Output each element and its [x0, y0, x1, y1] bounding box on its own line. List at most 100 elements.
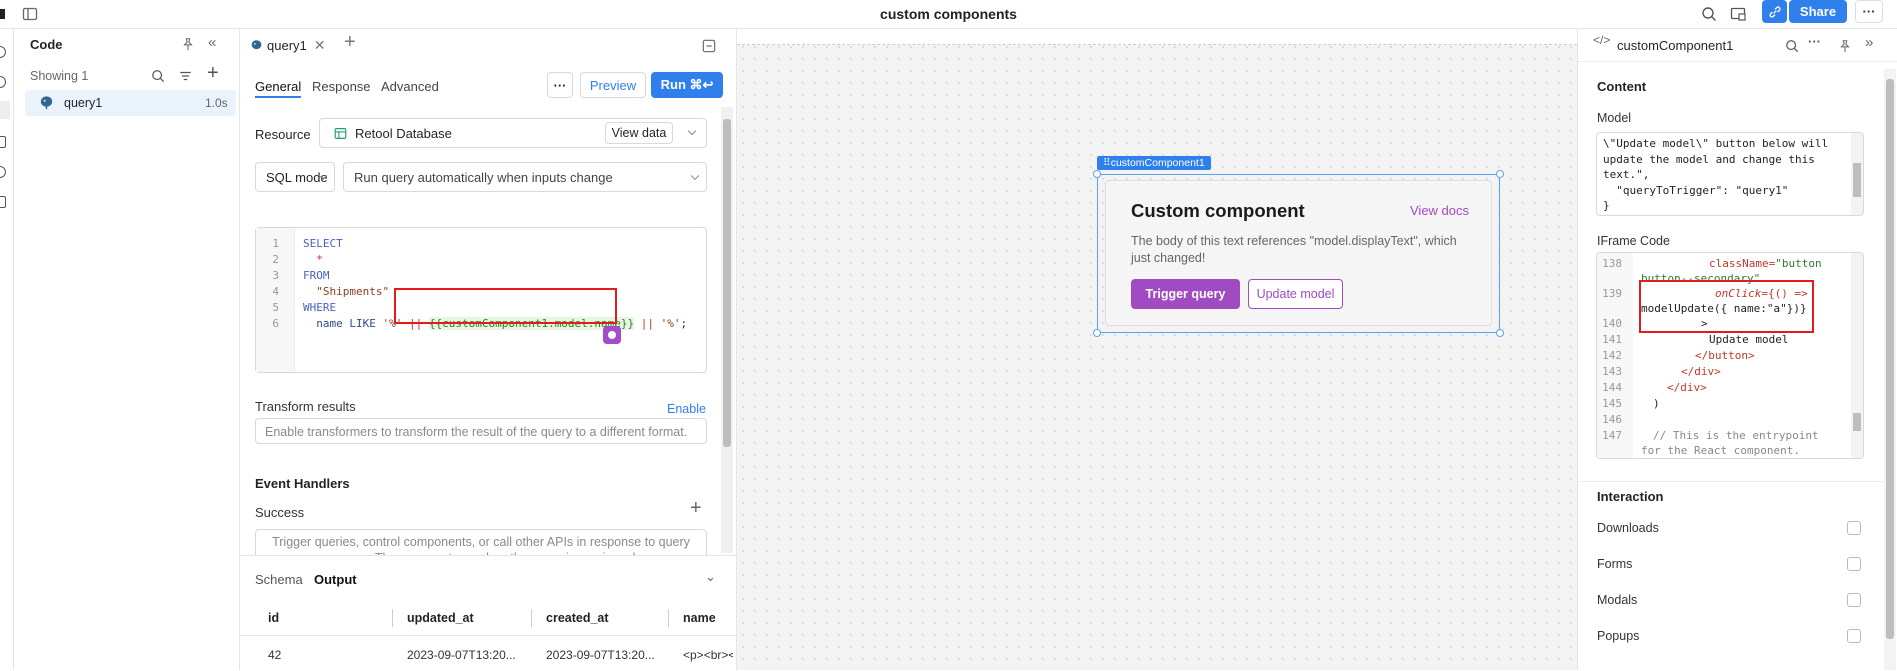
rail-icon-5[interactable] — [0, 196, 6, 208]
column-header[interactable]: id — [268, 611, 279, 625]
minimize-panel-icon[interactable] — [702, 39, 716, 53]
collapse-panel-icon[interactable]: » — [1865, 34, 1873, 51]
transform-input[interactable]: Enable transformers to transform the res… — [255, 418, 707, 444]
rail-icon-1[interactable] — [0, 46, 6, 58]
iframe-code-editor[interactable]: 138 className="button button--secondary"… — [1596, 252, 1864, 459]
table-row[interactable]: 42 2023-09-07T13:20... 2023-09-07T13:20.… — [240, 636, 736, 671]
collapse-output-icon[interactable]: ⌄ — [705, 569, 716, 585]
more-options-button[interactable]: ··· — [1855, 0, 1883, 23]
ai-assist-icon[interactable] — [603, 326, 621, 344]
line-number: 146 — [1602, 413, 1622, 426]
add-tab-icon[interactable]: + — [344, 31, 356, 54]
model-line: "queryToTrigger": "query1" — [1603, 183, 1789, 197]
trigger-query-button[interactable]: Trigger query — [1131, 279, 1240, 309]
interaction-section-title[interactable]: Interaction — [1597, 489, 1663, 504]
scrollbar-thumb[interactable] — [1853, 163, 1861, 197]
scrollbar[interactable] — [1851, 133, 1863, 215]
code-line: for the React component. — [1641, 444, 1800, 457]
custom-component-card: Custom component View docs The body of t… — [1105, 180, 1492, 326]
downloads-checkbox[interactable] — [1847, 521, 1861, 535]
tab-schema[interactable]: Schema — [255, 572, 303, 587]
enable-transform-link[interactable]: Enable — [667, 402, 706, 416]
scrollbar[interactable] — [1884, 69, 1896, 670]
view-data-button[interactable]: View data — [605, 122, 673, 144]
column-header[interactable]: updated_at — [407, 611, 474, 625]
search-icon[interactable] — [1701, 6, 1717, 22]
sql-editor[interactable]: 1 2 3 4 5 6 SELECT * FROM "Shipments" WH… — [255, 227, 707, 373]
column-header[interactable]: created_at — [546, 611, 609, 625]
scrollbar-thumb[interactable] — [1853, 413, 1861, 431]
preview-icon[interactable] — [1730, 6, 1746, 22]
search-icon[interactable] — [151, 69, 165, 83]
rail-icon-4[interactable] — [0, 166, 6, 178]
code-token: ; — [680, 317, 688, 330]
sql-mode-value: SQL mode — [266, 169, 328, 185]
component-tag[interactable]: ⠿customComponent1 — [1097, 156, 1211, 170]
component-name[interactable]: customComponent1 — [1617, 38, 1733, 53]
code-line: className="button — [1709, 257, 1822, 270]
code-panel: Code « Showing 1 + query1 1.0s — [14, 29, 240, 670]
left-rail — [0, 29, 14, 670]
scrollbar[interactable] — [1851, 253, 1863, 458]
highlight-box — [1639, 280, 1814, 333]
close-icon[interactable]: ✕ — [314, 37, 326, 54]
line-number: 144 — [1602, 381, 1622, 394]
tab-response[interactable]: Response — [312, 79, 371, 94]
search-icon[interactable] — [1785, 39, 1799, 53]
copy-link-button[interactable] — [1762, 0, 1787, 23]
tab-advanced[interactable]: Advanced — [381, 79, 439, 94]
pin-icon[interactable] — [181, 37, 195, 51]
code-line: Update model — [1709, 333, 1789, 346]
more-options-icon[interactable]: ··· — [1808, 34, 1821, 49]
update-model-button[interactable]: Update model — [1248, 279, 1343, 309]
line-number: 3 — [272, 269, 279, 282]
model-editor[interactable]: \"Update model\" button below will updat… — [1596, 132, 1864, 216]
resize-handle[interactable] — [1093, 170, 1101, 178]
tab-output[interactable]: Output — [314, 572, 357, 587]
resize-handle[interactable] — [1496, 329, 1504, 337]
model-line: \"Update model\" button below will — [1603, 137, 1829, 150]
resize-handle[interactable] — [1093, 329, 1101, 337]
add-query-icon[interactable]: + — [207, 62, 219, 85]
filter-icon[interactable] — [178, 69, 193, 83]
resize-handle[interactable] — [1496, 170, 1504, 178]
column-header[interactable]: name — [683, 611, 716, 625]
code-line-5: WHERE — [303, 301, 337, 314]
table-header: id updated_at created_at name — [240, 600, 736, 636]
forms-checkbox[interactable] — [1847, 557, 1861, 571]
selected-component-frame[interactable]: Custom component View docs The body of t… — [1093, 170, 1504, 337]
scrollbar-thumb[interactable] — [723, 119, 731, 447]
inspector-panel: </> customComponent1 ··· » Content Model… — [1577, 29, 1897, 670]
scrollbar-thumb[interactable] — [1886, 79, 1894, 639]
tab-general[interactable]: General — [255, 79, 301, 94]
content-section-title[interactable]: Content — [1597, 79, 1646, 94]
canvas[interactable]: ⠿customComponent1 Custom component View … — [737, 29, 1577, 670]
scrollbar[interactable] — [721, 107, 733, 553]
view-docs-link[interactable]: View docs — [1410, 203, 1469, 218]
postgres-icon — [251, 39, 262, 49]
code-panel-title: Code — [30, 37, 63, 52]
rail-active-indicator[interactable] — [0, 101, 10, 119]
preview-button[interactable]: Preview — [580, 72, 646, 98]
line-number: 138 — [1602, 257, 1622, 270]
share-button[interactable]: Share — [1789, 0, 1847, 23]
run-mode-select[interactable]: Run query automatically when inputs chan… — [343, 162, 707, 192]
inspector-header-divider — [1578, 61, 1897, 62]
more-actions-button[interactable]: ··· — [547, 72, 573, 98]
add-handler-icon[interactable]: + — [690, 497, 702, 520]
run-button[interactable]: Run ⌘↩ — [651, 72, 723, 98]
transform-results-label: Transform results — [255, 399, 356, 414]
sql-mode-select[interactable]: SQL mode — [255, 162, 335, 192]
drag-handle-icon[interactable]: ⠿ — [1103, 157, 1111, 169]
popups-checkbox[interactable] — [1847, 629, 1861, 643]
rail-icon-2[interactable] — [0, 76, 6, 88]
collapse-panel-icon[interactable]: « — [208, 34, 216, 51]
pin-icon[interactable] — [1838, 39, 1852, 53]
table-cell: 2023-09-07T13:20... — [546, 648, 655, 662]
rail-icon-3[interactable] — [0, 136, 6, 148]
query-tab[interactable]: query1 ✕ — [250, 33, 325, 57]
code-line: </div> — [1681, 365, 1721, 378]
modals-checkbox[interactable] — [1847, 593, 1861, 607]
table-cell: 42 — [268, 648, 282, 662]
query-list-item[interactable]: query1 1.0s — [25, 90, 236, 116]
